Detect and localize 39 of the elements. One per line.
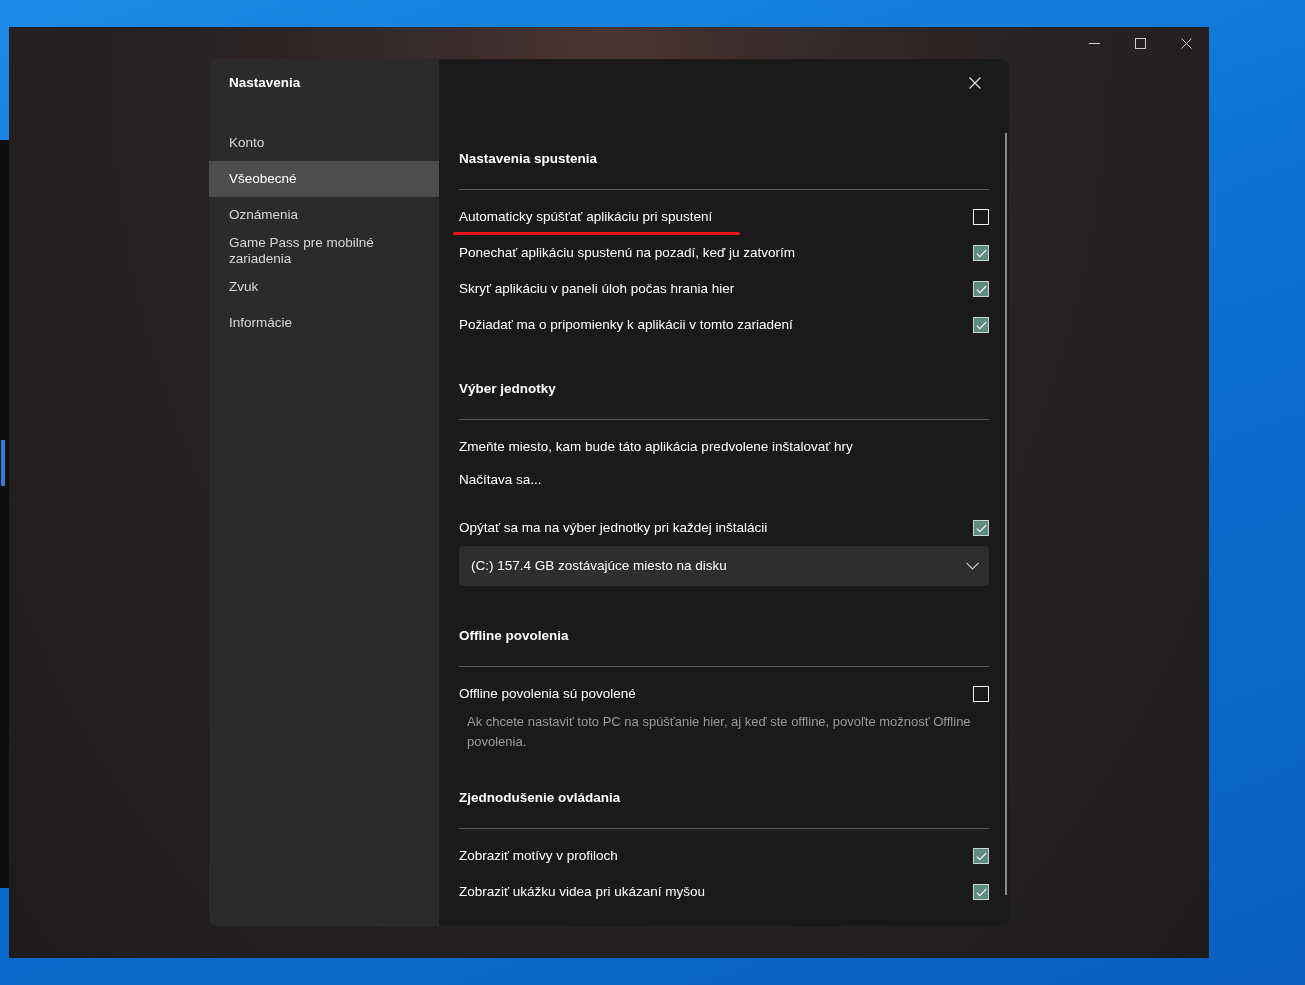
- hint-text: Ak chcete nastaviť toto PC na spúšťanie hier, aj keď ste offline, povoľte možnosť Offline povolenia.: [466, 713, 972, 751]
- maximize-icon: [1134, 37, 1146, 49]
- drive-dropdown[interactable]: (C:) 157.4 GB zostávajúce miesto na disku: [459, 546, 989, 586]
- sidebar-item[interactable]: Oznámenia: [209, 197, 439, 233]
- checkbox[interactable]: [973, 281, 989, 297]
- sidebar-item[interactable]: Zvuk: [209, 269, 439, 305]
- check-icon: [975, 284, 987, 294]
- loading-text: Načítava sa...: [459, 470, 542, 489]
- setting-label: Ponechať aplikáciu spustenú na pozadí, keď ju zatvorím: [459, 244, 796, 260]
- checkbox[interactable]: [973, 848, 989, 864]
- chevron-down-icon: [966, 562, 979, 570]
- sidebar-item[interactable]: Informácie: [209, 305, 439, 341]
- setting-label: Zobraziť motívy v profiloch: [459, 847, 618, 863]
- check-icon: [975, 248, 987, 258]
- sidebar-item[interactable]: Game Pass pre mobilné zariadenia: [209, 233, 439, 269]
- section-title: Nastavenia spustenia: [459, 150, 599, 168]
- dialog-title: Nastavenia: [228, 75, 302, 91]
- setting-label: Zobraziť ukážku videa pri ukázaní myšou: [459, 883, 705, 899]
- check-icon: [975, 851, 987, 861]
- section-title: Výber jednotky: [459, 380, 557, 398]
- checkbox[interactable]: [973, 884, 989, 900]
- check-icon: [975, 320, 987, 330]
- check-icon: [975, 523, 987, 533]
- setting-label: Offline povolenia sú povolené: [459, 685, 636, 701]
- checkbox[interactable]: [973, 245, 989, 261]
- close-icon: [1180, 37, 1192, 49]
- close-icon: [969, 77, 981, 89]
- setting-label: Automaticky spúšťať aplikáciu pri spustení: [459, 208, 713, 224]
- section-title: Zjednodušenie ovládania: [459, 789, 622, 807]
- sidebar-item[interactable]: Všeobecné: [209, 161, 439, 197]
- checkbox[interactable]: [973, 520, 989, 536]
- setting-label: Opýtať sa ma na výber jednotky pri každej inštalácii: [459, 519, 768, 535]
- section-title: Offline povolenia: [459, 627, 570, 645]
- checkbox[interactable]: [973, 317, 989, 333]
- setting-description: Zmeňte miesto, kam bude táto aplikácia predvolene inštalovať hry: [459, 437, 853, 456]
- setting-label: Skryť aplikáciu v paneli úloh počas hrania hier: [459, 280, 735, 296]
- check-icon: [975, 887, 987, 897]
- sidebar-item[interactable]: Konto: [209, 125, 439, 161]
- setting-label: Požiadať ma o pripomienky k aplikácii v tomto zariadení: [459, 316, 793, 332]
